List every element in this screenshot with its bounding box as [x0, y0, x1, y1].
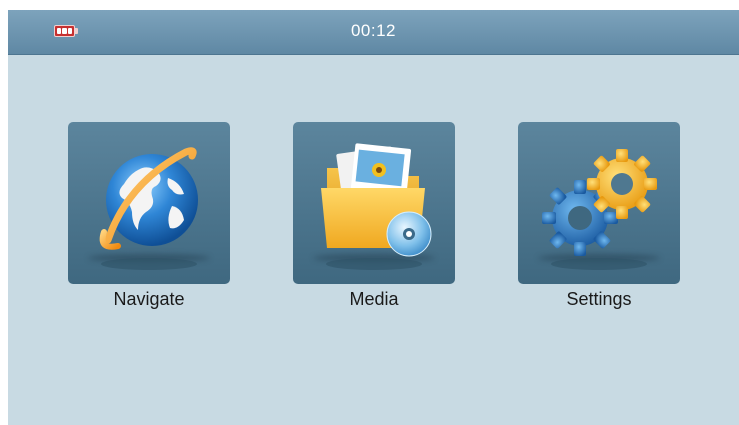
gears-icon: [542, 149, 657, 270]
settings-label: Settings: [566, 289, 632, 309]
media-folder-icon: [321, 143, 432, 270]
media-button[interactable]: [293, 122, 455, 284]
navigate-label: Navigate: [113, 289, 185, 309]
media-label: Media: [349, 289, 399, 309]
clock: 00:12: [350, 21, 397, 40]
status-bar: 00:12: [8, 10, 739, 55]
device-screen: 00:12 Navigate Media Settings: [8, 10, 739, 425]
navigate-button[interactable]: [68, 122, 230, 284]
settings-button[interactable]: [518, 122, 680, 284]
globe-icon: [99, 147, 198, 270]
